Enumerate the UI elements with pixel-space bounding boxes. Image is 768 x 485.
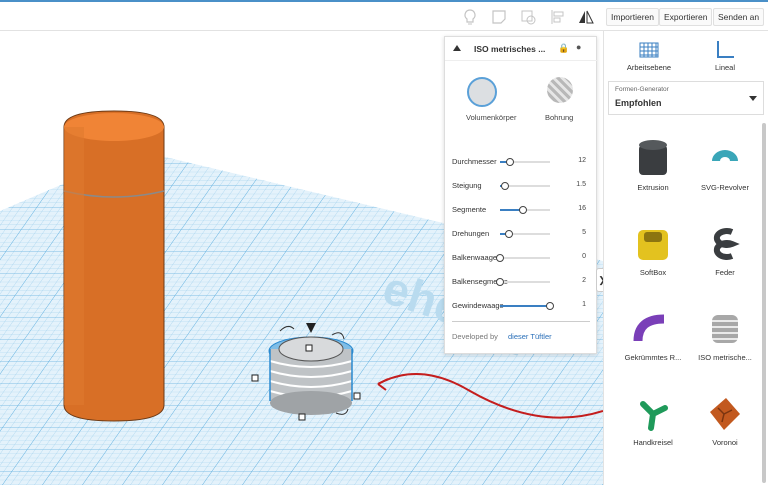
param-label: Balkenwaage [452,253,498,262]
shape-name: Gekrümmtes R... [624,353,682,362]
hole-label: Bohrung [545,113,574,122]
ruler-icon [717,41,734,58]
ruler-tool[interactable]: Lineal [690,39,760,72]
shape-tile[interactable]: Gekrümmtes R... [620,301,686,381]
param-value[interactable]: 16 [578,205,586,212]
shape-thumbnail [632,307,674,351]
dropdown-caption: Formen-Generator [615,86,669,93]
shape-name: Extrusion [637,183,669,192]
properties-panel: ISO metrisches ... 🔒 ● Volumenkörper Boh… [444,36,598,354]
param-label: Segmente [452,205,487,214]
sidebar-scrollbar[interactable] [762,123,766,483]
slider-knob[interactable] [505,230,513,238]
shape-thumbnail [704,392,746,436]
panel-header: ISO metrisches ... 🔒 ● [445,37,598,61]
param-value[interactable]: 2 [582,277,586,284]
footer-label: Developed by [452,332,498,341]
shape-thumbnail [632,222,674,266]
solid-label: Volumenkörper [466,113,517,122]
send-to-button[interactable]: Senden an [713,8,765,26]
arrowhead [377,378,389,391]
slider-knob[interactable] [501,182,509,190]
slider-knob[interactable] [518,206,527,214]
shape-name: Voronoi [712,438,738,447]
cylinder[interactable] [63,110,165,422]
param-slider[interactable] [500,158,550,166]
shape-thumbnail [704,307,746,351]
param-value[interactable]: 5 [582,229,586,236]
panel-title: ISO metrisches ... [474,44,546,54]
shape-thumbnail [632,392,674,436]
annotation-arrow [377,373,603,419]
param-label: Steigung [452,181,482,190]
param-slider[interactable] [500,206,550,214]
shape-tile[interactable]: Feder [692,216,758,296]
solid-option-icon[interactable] [467,77,497,107]
param-value[interactable]: 1.5 [576,181,586,188]
shape-thumbnail [704,222,746,266]
right-sidebar: Arbeitsebene Lineal Formen-Generator Emp… [603,31,768,485]
slider-knob[interactable] [496,278,504,286]
param-label: Gewindewaage [452,301,504,310]
dropdown-value: Empfohlen [615,98,662,108]
align-icon[interactable] [549,8,567,26]
hole-option-icon[interactable] [547,77,573,103]
param-label: Drehungen [452,229,490,238]
mirror-icon[interactable] [577,8,595,26]
slider-knob[interactable] [546,302,554,310]
shape-name: Feder [715,268,735,277]
chevron-down-icon [749,96,757,101]
shape-tile[interactable]: Voronoi [692,386,758,466]
lightbulb-icon[interactable]: ● [576,42,581,52]
import-button[interactable]: Importieren [606,8,659,26]
top-toolbar: Importieren Exportieren Senden an [0,0,768,31]
slider-knob[interactable] [506,158,514,166]
lightbulb-icon[interactable] [461,8,479,26]
shape-tile[interactable]: SoftBox [620,216,686,296]
shape-tile[interactable]: ISO metrische... [692,301,758,381]
lock-icon[interactable]: 🔒 [558,43,569,54]
ruler-label: Lineal [714,63,736,72]
shape-tile[interactable]: Extrusion [620,131,686,211]
param-slider[interactable] [496,254,550,262]
shape-name: SVG-Revolver [701,183,749,192]
param-row: Balkensegmente 2 [445,275,598,289]
shape-name: SoftBox [639,268,667,277]
shape-name: ISO metrische... [698,353,752,362]
param-row: Steigung 1.5 [445,179,598,193]
param-slider[interactable] [500,302,554,310]
param-value[interactable]: 0 [582,253,586,260]
param-row: Gewindewaage 1 [445,299,598,313]
param-row: Balkenwaage 0 [445,251,598,265]
shape-thumbnail [632,137,674,181]
shape-name: Handkreisel [633,438,673,447]
shape-thumbnail [704,137,746,181]
param-value[interactable]: 12 [578,157,586,164]
thread-object[interactable] [251,323,361,421]
slider-knob[interactable] [496,254,504,262]
collapse-panel-icon[interactable] [453,45,461,51]
group-icon[interactable] [519,8,537,26]
shape-tile[interactable]: Handkreisel [620,386,686,466]
param-value[interactable]: 1 [582,301,586,308]
param-slider[interactable] [500,182,550,190]
footer-link[interactable]: dieser Tüftler [508,332,552,341]
param-label: Durchmesser [452,157,497,166]
param-slider[interactable] [496,278,550,286]
param-row: Drehungen 5 [445,227,598,241]
note-icon[interactable] [490,8,508,26]
divider [452,321,590,322]
param-row: Segmente 16 [445,203,598,217]
shape-generator-dropdown[interactable]: Formen-Generator Empfohlen [608,81,764,115]
export-button[interactable]: Exportieren [659,8,713,26]
workplane-label: Arbeitsebene [626,63,672,72]
param-slider[interactable] [500,230,550,238]
shape-tile[interactable]: SVG-Revolver [692,131,758,211]
param-row: Durchmesser 12 [445,155,598,169]
workplane-tool[interactable]: Arbeitsebene [614,39,684,72]
workplane-icon [639,42,659,58]
